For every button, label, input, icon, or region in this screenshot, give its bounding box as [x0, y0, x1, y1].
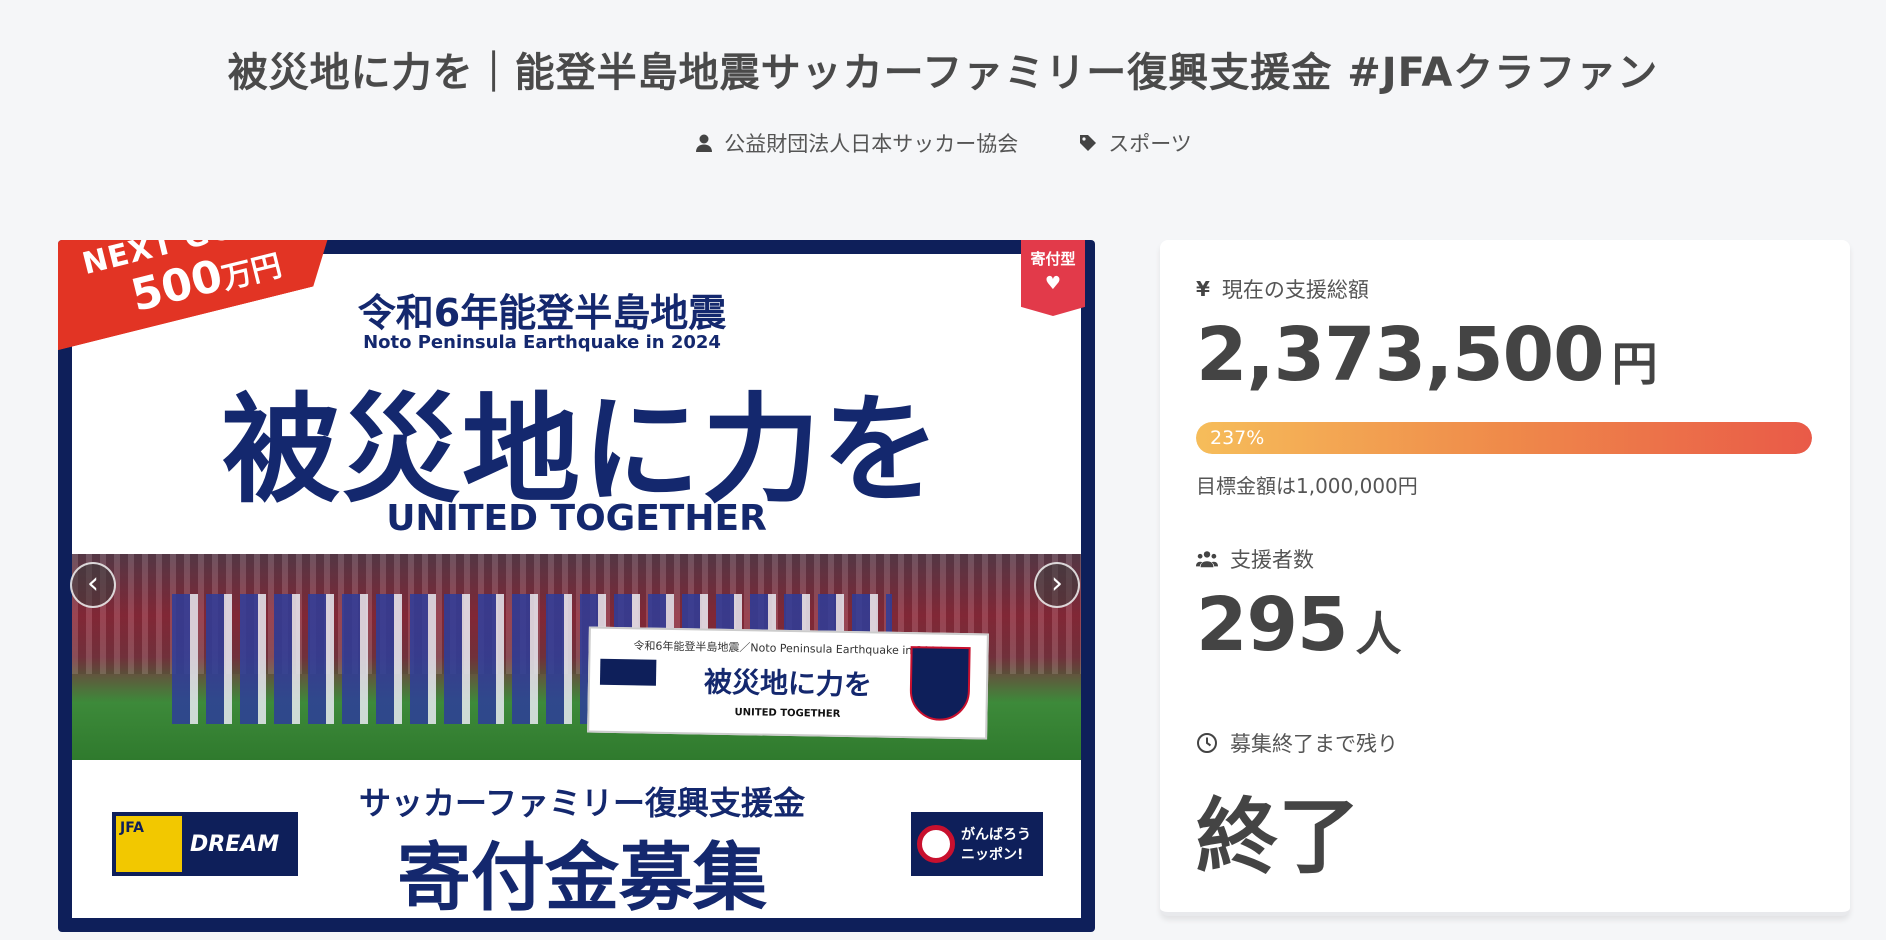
jfa-dream-text: DREAM — [190, 831, 280, 857]
hero-image-carousel[interactable]: 令和6年能登半島地震 Noto Peninsula Earthquake in … — [58, 240, 1095, 932]
goal-amount-text: 目標金額は1,000,000円 — [1196, 474, 1418, 498]
team-photo: 令和6年能登半島地震／Noto Peninsula Earthquake in … — [72, 554, 1081, 760]
progress-bar-fill: 237% — [1196, 422, 1812, 454]
category-link[interactable]: スポーツ — [1078, 128, 1192, 158]
category-name: スポーツ — [1108, 132, 1192, 156]
tag-icon — [1080, 135, 1097, 151]
jfa-badge: JFA — [116, 816, 182, 872]
heart-hand-icon: ♥ — [1044, 273, 1062, 294]
ganbarou-nippon-logo: がんばろう ニッポン! — [911, 812, 1043, 876]
carousel-next-button[interactable]: › — [1034, 562, 1080, 608]
jfa-dream-logo: JFA DREAM — [112, 812, 298, 876]
total-amount-unit: 円 — [1611, 337, 1658, 391]
supporters-count-value: 295 — [1196, 582, 1348, 668]
carousel-prev-button[interactable]: ‹ — [70, 562, 116, 608]
supporters-count-unit: 人 — [1355, 607, 1402, 661]
hero-poster: 令和6年能登半島地震 Noto Peninsula Earthquake in … — [72, 254, 1081, 918]
banner-dream-logo — [599, 658, 657, 686]
team-banner: 令和6年能登半島地震／Noto Peninsula Earthquake in … — [587, 626, 989, 740]
remaining-time-value: 終了 — [1196, 790, 1361, 885]
donation-type-tag: 寄付型 ♥ — [1021, 240, 1085, 316]
yen-icon: ¥ — [1196, 277, 1210, 301]
owner-link[interactable]: 公益財団法人日本サッカー協会 — [694, 128, 1018, 158]
remaining-time-label: 募集終了まで残り — [1196, 728, 1398, 758]
users-icon — [1196, 551, 1218, 568]
project-meta: 公益財団法人日本サッカー協会 スポーツ — [0, 128, 1886, 158]
poster-heading-jp: 令和6年能登半島地震 — [357, 291, 727, 335]
clock-icon — [1197, 733, 1217, 753]
user-icon — [696, 134, 713, 152]
funding-stats-card: ¥ 現在の支援総額 2,373,500 円 237% 目標金額は1,000,00… — [1160, 240, 1850, 916]
poster-main-en: UNITED TOGETHER — [386, 498, 767, 539]
donation-type-label: 寄付型 — [1030, 250, 1076, 268]
progress-bar: 237% — [1196, 422, 1812, 454]
owner-name: 公益財団法人日本サッカー協会 — [724, 132, 1019, 156]
total-amount-value: 2,373,500 — [1196, 312, 1605, 398]
supporters-label: 支援者数 — [1196, 544, 1314, 574]
poster-donation-call: 寄付金募集 — [397, 835, 767, 918]
page-title: 被災地に力を｜能登半島地震サッカーファミリー復興支援金 #JFAクラファン — [227, 50, 1659, 96]
poster-heading-en: Noto Peninsula Earthquake in 2024 — [363, 332, 721, 353]
total-amount: 2,373,500 円 — [1196, 312, 1658, 398]
ganbarou-text: がんばろう ニッポン! — [961, 827, 1031, 863]
total-amount-label: ¥ 現在の支援総額 — [1196, 277, 1369, 302]
poster-footer: JFA DREAM サッカーファミリー復興支援金 寄付金募集 がんばろう ニッポ… — [72, 760, 1081, 918]
japan-crest-icon — [909, 646, 971, 722]
supporters-count: 295 人 — [1196, 582, 1401, 668]
ganbarou-emblem-icon — [917, 825, 955, 863]
